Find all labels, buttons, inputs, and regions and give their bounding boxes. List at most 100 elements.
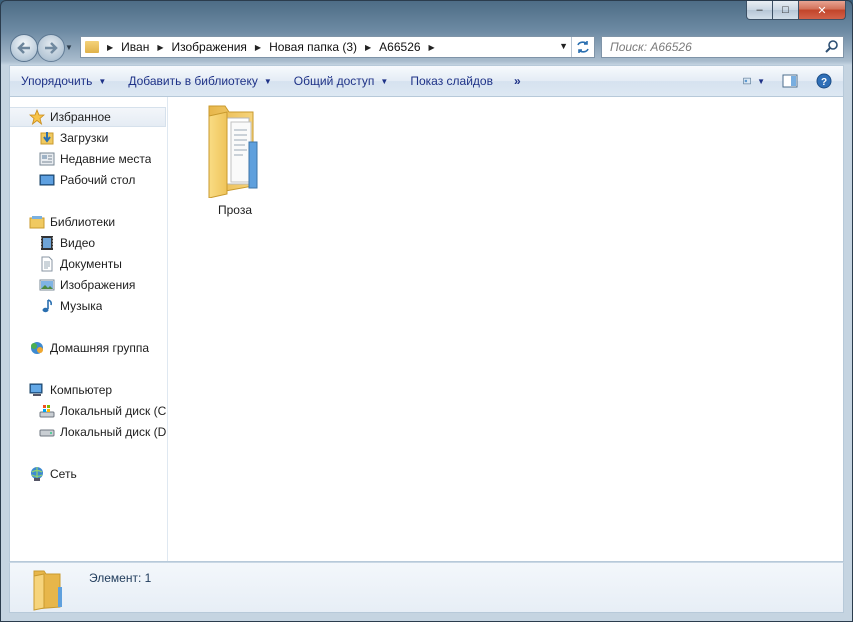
address-bar[interactable]: ▶ Иван ▶ Изображения ▶ Новая папка (3) ▶… bbox=[80, 36, 595, 58]
sidebar-item-label: Документы bbox=[60, 257, 122, 271]
drive-icon bbox=[39, 424, 55, 440]
breadcrumb-item[interactable]: Новая папка (3) bbox=[269, 40, 357, 54]
view-icon bbox=[743, 77, 751, 85]
slideshow-label: Показ слайдов bbox=[410, 74, 493, 88]
folder-item[interactable]: Проза bbox=[188, 102, 282, 217]
breadcrumb-item[interactable]: A66526 bbox=[379, 40, 420, 54]
sidebar-item-network[interactable]: Сеть bbox=[29, 464, 77, 484]
refresh-icon[interactable] bbox=[571, 37, 594, 57]
help-icon: ? bbox=[816, 73, 832, 89]
desktop-icon bbox=[39, 172, 55, 188]
breadcrumb: ▶ Иван ▶ Изображения ▶ Новая папка (3) ▶… bbox=[99, 40, 443, 54]
chevron-right-icon[interactable]: ▶ bbox=[157, 43, 163, 52]
sidebar-item-video[interactable]: Видео bbox=[39, 233, 95, 253]
file-list: Проза bbox=[168, 97, 843, 561]
maximize-button[interactable]: □ bbox=[773, 1, 799, 20]
sidebar-item-homegroup[interactable]: Домашняя группа bbox=[29, 338, 149, 358]
pictures-icon bbox=[39, 277, 55, 293]
more-commands-button[interactable]: » bbox=[504, 66, 531, 96]
caption-buttons: – □ ✕ bbox=[746, 1, 846, 20]
documents-icon bbox=[39, 256, 55, 272]
sidebar-item-pictures[interactable]: Изображения bbox=[39, 275, 135, 295]
computer-icon bbox=[29, 382, 45, 398]
sidebar-item-favorites[interactable]: Избранное bbox=[10, 107, 166, 127]
music-icon bbox=[39, 298, 55, 314]
sidebar-item-documents[interactable]: Документы bbox=[39, 254, 122, 274]
navigation-bar: ▼ ▶ Иван ▶ Изображения ▶ Новая папка (3)… bbox=[1, 31, 852, 63]
sidebar-item-label: Недавние места bbox=[60, 152, 152, 166]
sidebar-item-label: Локальный диск (D bbox=[60, 425, 167, 439]
breadcrumb-item[interactable]: Иван bbox=[121, 40, 149, 54]
sidebar-item-desktop[interactable]: Рабочий стол bbox=[39, 170, 135, 190]
folder-icon bbox=[33, 570, 62, 611]
star-icon bbox=[29, 109, 45, 125]
arrow-left-icon bbox=[17, 42, 30, 54]
sidebar-item-label: Домашняя группа bbox=[50, 341, 150, 355]
chevron-right-icon[interactable]: ▶ bbox=[107, 43, 113, 52]
network-icon bbox=[29, 466, 45, 482]
sidebar-item-label: Библиотеки bbox=[50, 215, 116, 229]
close-button[interactable]: ✕ bbox=[799, 1, 846, 20]
address-dropdown-icon[interactable]: ▼ bbox=[559, 41, 568, 51]
share-label: Общий доступ bbox=[293, 74, 375, 88]
sidebar-item-label: Локальный диск (C bbox=[60, 404, 167, 418]
view-buttons: ▼ ? bbox=[737, 66, 835, 96]
sidebar-item-local-disk-c[interactable]: Локальный диск (C bbox=[39, 401, 169, 421]
sidebar-item-label: Сеть bbox=[50, 467, 77, 481]
downloads-icon bbox=[39, 130, 55, 146]
chevron-down-icon: ▼ bbox=[98, 76, 107, 86]
forward-button[interactable] bbox=[37, 34, 65, 62]
sidebar-item-local-disk-d[interactable]: Локальный диск (D bbox=[39, 422, 169, 442]
chevron-right-icon[interactable]: ▶ bbox=[429, 43, 435, 52]
system-drive-icon bbox=[39, 403, 55, 419]
chevron-down-icon: ▼ bbox=[380, 76, 389, 86]
sidebar-item-label: Избранное bbox=[50, 110, 111, 124]
explorer-window: – □ ✕ ▼ ▶ Иван ▶ Изображения ▶ Новая пап… bbox=[0, 0, 853, 622]
content-area: Избранное Загрузки Недавние места Рабочи… bbox=[9, 96, 844, 562]
video-icon bbox=[39, 235, 55, 251]
sidebar-item-libraries[interactable]: Библиотеки bbox=[29, 212, 115, 232]
help-button[interactable]: ? bbox=[813, 71, 835, 91]
sidebar-item-label: Загрузки bbox=[60, 131, 109, 145]
sidebar-item-label: Музыка bbox=[60, 299, 103, 313]
recent-pages-dropdown[interactable]: ▼ bbox=[65, 43, 73, 52]
share-button[interactable]: Общий доступ ▼ bbox=[283, 66, 400, 96]
chevron-down-icon: ▼ bbox=[263, 76, 272, 86]
sidebar-item-music[interactable]: Музыка bbox=[39, 296, 102, 316]
recent-places-icon bbox=[39, 151, 55, 167]
preview-pane-icon bbox=[782, 74, 798, 88]
item-count: Элемент: 1 bbox=[89, 571, 152, 585]
search-icon[interactable] bbox=[825, 39, 839, 53]
change-view-button[interactable]: ▼ bbox=[743, 71, 765, 91]
organize-label: Упорядочить bbox=[21, 74, 93, 88]
sidebar-item-label: Видео bbox=[60, 236, 96, 250]
command-bar: Упорядочить ▼ Добавить в библиотеку ▼ Общи… bbox=[9, 65, 844, 96]
chevron-right-icon[interactable]: ▶ bbox=[365, 43, 371, 52]
libraries-icon bbox=[29, 214, 45, 230]
preview-pane-button[interactable] bbox=[779, 71, 801, 91]
chevron-right-icon[interactable]: ▶ bbox=[255, 43, 261, 52]
minimize-button[interactable]: – bbox=[746, 1, 773, 20]
title-bar: – □ ✕ bbox=[1, 1, 852, 31]
sidebar-item-recent-places[interactable]: Недавние места bbox=[39, 149, 151, 169]
organize-button[interactable]: Упорядочить ▼ bbox=[10, 66, 117, 96]
search-placeholder: Поиск: A66526 bbox=[610, 40, 692, 54]
sidebar-item-label: Изображения bbox=[60, 278, 136, 292]
search-box[interactable]: Поиск: A66526 bbox=[601, 36, 844, 58]
folder-icon bbox=[85, 41, 99, 53]
add-to-library-label: Добавить в библиотеку bbox=[128, 74, 258, 88]
homegroup-icon bbox=[29, 340, 45, 356]
back-button[interactable] bbox=[10, 34, 38, 62]
chevron-down-icon: ▼ bbox=[757, 76, 765, 86]
sidebar-item-downloads[interactable]: Загрузки bbox=[39, 128, 108, 148]
sidebar-item-label: Компьютер bbox=[50, 383, 113, 397]
add-to-library-button[interactable]: Добавить в библиотеку ▼ bbox=[117, 66, 282, 96]
arrow-right-icon bbox=[45, 42, 58, 54]
slideshow-button[interactable]: Показ слайдов bbox=[399, 66, 504, 96]
sidebar-item-computer[interactable]: Компьютер bbox=[29, 380, 112, 400]
details-pane: Элемент: 1 bbox=[9, 562, 844, 613]
svg-text:?: ? bbox=[821, 77, 827, 88]
folder-icon bbox=[208, 105, 258, 199]
breadcrumb-item[interactable]: Изображения bbox=[171, 40, 246, 54]
sidebar-item-label: Рабочий стол bbox=[60, 173, 136, 187]
